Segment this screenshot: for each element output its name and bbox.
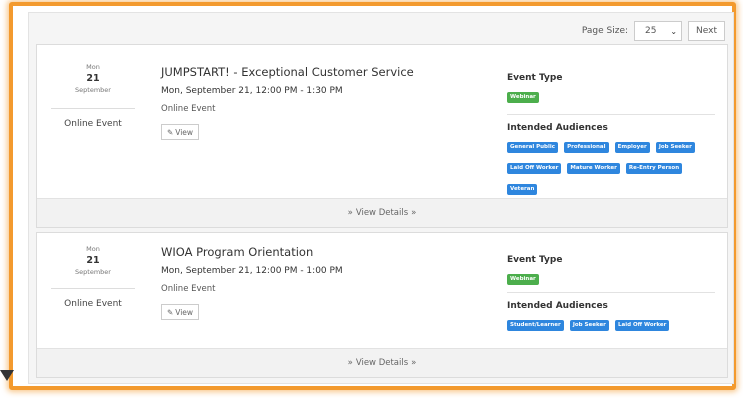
event-type-heading: Event Type — [507, 255, 563, 265]
audience-badge: Employer — [614, 142, 650, 153]
event-day: 21 — [86, 73, 100, 84]
divider — [51, 108, 135, 109]
pointer-arrow-icon — [0, 370, 14, 381]
event-info: WIOA Program Orientation Mon, September … — [161, 233, 491, 320]
event-month: September — [75, 86, 111, 94]
event-date: Mon 21 September Online Event — [37, 233, 149, 309]
event-weekday: Mon — [86, 63, 100, 71]
event-datetime: Mon, September 21, 12:00 PM - 1:30 PM — [161, 86, 343, 96]
event-location: Online Event — [64, 299, 122, 309]
divider — [51, 288, 135, 289]
audience-badge: Job Seeker — [569, 320, 609, 331]
event-type-badge: Webinar — [507, 274, 539, 285]
audience-badge: Professional — [564, 142, 609, 153]
audience-badge: Mature Worker — [567, 163, 620, 174]
page-size-label: Page Size: — [581, 26, 629, 36]
event-info: JUMPSTART! - Exceptional Customer Servic… — [161, 45, 491, 140]
event-meta: Event Type Webinar Intended Audiences St… — [507, 233, 717, 332]
audience-badge: Job Seeker — [655, 142, 695, 153]
view-button-label: View — [175, 307, 194, 317]
audience-badge: Veteran — [507, 184, 538, 195]
pagination-toolbar: Page Size: 25 ⌄ Next — [582, 20, 725, 42]
event-month: September — [75, 268, 111, 276]
double-chevron-down-icon: »︎ — [347, 208, 353, 218]
event-online-text: Online Event — [161, 284, 216, 294]
audience-badge: Laid Off Worker — [507, 163, 562, 174]
event-online-text: Online Event — [161, 104, 216, 114]
event-day: 21 — [86, 255, 100, 266]
next-button[interactable]: Next — [688, 21, 725, 41]
page-size-value: 25 — [645, 26, 657, 36]
view-details-toggle[interactable]: »︎ View Details »︎ — [37, 198, 727, 227]
event-datetime: Mon, September 21, 12:00 PM - 1:00 PM — [161, 266, 343, 276]
event-type-heading: Event Type — [507, 73, 563, 83]
view-button[interactable]: ✎ View — [161, 304, 199, 320]
edit-icon: ✎ — [166, 307, 174, 317]
event-title[interactable]: JUMPSTART! - Exceptional Customer Servic… — [161, 65, 491, 79]
event-weekday: Mon — [86, 245, 100, 253]
page-size-select[interactable]: 25 ⌄ — [634, 21, 683, 41]
event-meta: Event Type Webinar Intended Audiences Ge… — [507, 45, 717, 196]
double-chevron-down-icon: »︎ — [347, 358, 353, 368]
view-button[interactable]: ✎ View — [161, 124, 199, 140]
divider — [507, 292, 715, 293]
event-type-badge: Webinar — [507, 92, 539, 103]
audience-badge: Laid Off Worker — [615, 320, 670, 331]
divider — [507, 114, 715, 115]
event-card: Mon 21 September Online Event JUMPSTART!… — [36, 44, 728, 228]
event-card: Mon 21 September Online Event WIOA Progr… — [36, 232, 728, 378]
audiences-heading: Intended Audiences — [507, 123, 608, 133]
event-date: Mon 21 September Online Event — [37, 45, 149, 129]
view-button-label: View — [175, 127, 194, 137]
audiences-heading: Intended Audiences — [507, 301, 608, 311]
event-location: Online Event — [64, 119, 122, 129]
view-details-label: View Details — [355, 208, 409, 218]
event-title[interactable]: WIOA Program Orientation — [161, 245, 491, 259]
audience-badge: General Public — [507, 142, 559, 153]
view-details-toggle[interactable]: »︎ View Details »︎ — [37, 348, 727, 377]
double-chevron-down-icon: »︎ — [411, 208, 417, 218]
double-chevron-down-icon: »︎ — [411, 358, 417, 368]
view-details-label: View Details — [355, 358, 409, 368]
audience-badge: Student/Learner — [507, 320, 564, 331]
edit-icon: ✎ — [166, 127, 174, 137]
audience-badge: Re-Entry Person — [625, 163, 683, 174]
chevron-down-icon: ⌄ — [670, 26, 678, 36]
